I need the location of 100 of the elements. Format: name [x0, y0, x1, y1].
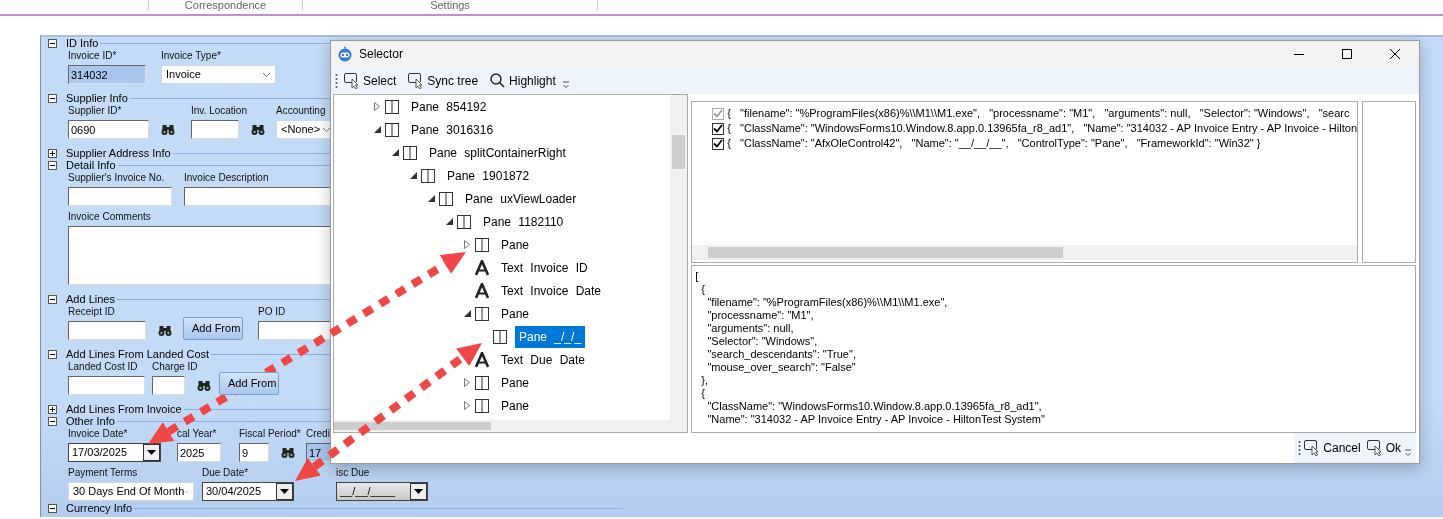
section-title: Add Lines From Invoice: [66, 403, 182, 415]
collapsed-icon[interactable]: [464, 378, 470, 387]
tree-item[interactable]: Pane _/_/_: [515, 325, 586, 348]
tree-item[interactable]: Pane: [497, 302, 534, 325]
field-label: Invoice Date*: [68, 427, 129, 441]
maximize-icon[interactable]: [1342, 49, 1352, 59]
tree-item[interactable]: Pane 1901872: [443, 164, 534, 187]
add-from-button[interactable]: Add From: [219, 372, 279, 395]
toolbar-button[interactable]: Select: [338, 71, 403, 90]
pane-icon: [475, 398, 489, 413]
caret-icon[interactable]: [280, 489, 289, 494]
expanded-icon[interactable]: [427, 195, 435, 202]
date-field[interactable]: 30/04/2025: [202, 482, 294, 501]
field-label: Landed Cost ID: [68, 360, 139, 374]
input-field[interactable]: 0690: [68, 120, 149, 139]
scrollbar[interactable]: [692, 245, 1357, 260]
code-line: "ClassName": "WindowsForms10.Window.8.app.0.13965fa_r8_ad1",: [706, 400, 1043, 413]
tree-item[interactable]: Pane 854192: [407, 95, 491, 118]
ribbon-group-label[interactable]: Correspondence: [148, 0, 302, 10]
field-label: Invoice Comments: [68, 210, 152, 224]
section-title: Add Lines From Landed Cost: [66, 348, 210, 360]
text-element-icon: [475, 351, 489, 368]
dropdown-button[interactable]: [276, 483, 293, 500]
input-field[interactable]: 9: [239, 443, 269, 462]
field-label: Invoice Type*: [161, 49, 222, 63]
input-field[interactable]: 2025: [177, 443, 221, 462]
tree-item[interactable]: Pane: [497, 394, 534, 417]
collapsed-icon[interactable]: [374, 102, 380, 111]
binoculars-icon[interactable]: [197, 379, 211, 392]
expanded-icon[interactable]: [445, 218, 453, 225]
date-field[interactable]: 17/03/2025: [68, 443, 161, 462]
tree-item[interactable]: Text Invoice Date: [497, 279, 606, 302]
collapse-icon[interactable]: [48, 160, 57, 170]
json-text-area[interactable]: [691, 265, 1416, 433]
highlight-button[interactable]: Highlight: [484, 71, 562, 90]
expanded-icon[interactable]: [463, 310, 471, 317]
input-field[interactable]: [68, 187, 172, 206]
field-label: PO ID: [258, 305, 287, 319]
tree-item[interactable]: Pane uxViewLoader: [461, 187, 581, 210]
tree-item[interactable]: Text Due Date: [497, 348, 590, 371]
dropdown[interactable]: Invoice: [161, 65, 276, 84]
collapse-icon[interactable]: [48, 38, 57, 48]
window-title: Selector: [359, 46, 404, 63]
collapse-icon[interactable]: [48, 349, 57, 359]
collapsed-icon[interactable]: [464, 240, 470, 249]
field-label: isc Due: [336, 466, 371, 480]
collapse-icon[interactable]: [48, 416, 57, 426]
expanded-icon[interactable]: [373, 126, 381, 133]
pointer-icon[interactable]: [408, 72, 424, 89]
tree-item[interactable]: Pane: [497, 233, 534, 256]
expand-icon[interactable]: [48, 404, 57, 414]
field-label: Invoice Description: [184, 171, 270, 185]
tree-item[interactable]: Pane 1182110: [479, 210, 568, 233]
pointer-icon[interactable]: [1366, 440, 1382, 456]
pane-icon: [421, 168, 435, 183]
input-field[interactable]: [68, 321, 146, 340]
section-title: Add Lines: [66, 293, 115, 305]
close-icon[interactable]: [1390, 49, 1400, 59]
checkbox[interactable]: [712, 122, 725, 135]
binoculars-icon[interactable]: [161, 123, 175, 136]
expanded-icon[interactable]: [409, 172, 417, 179]
binoculars-icon[interactable]: [281, 446, 295, 459]
field-label: Accounting: [276, 104, 327, 118]
collapsed-icon[interactable]: [464, 401, 470, 410]
tree-item[interactable]: Pane: [497, 371, 534, 394]
input-field[interactable]: [68, 376, 145, 395]
dialog-button[interactable]: Cancel: [1301, 439, 1364, 457]
field-label: Payment Terms: [68, 466, 139, 480]
add-from-button[interactable]: Add From: [183, 317, 243, 340]
tree-item[interactable]: Pane 3016316: [407, 118, 498, 141]
caret-icon[interactable]: [147, 450, 156, 455]
field-label: Inv. Location: [191, 104, 248, 118]
binoculars-icon[interactable]: [158, 324, 172, 337]
expand-icon[interactable]: [48, 148, 57, 158]
checkbox[interactable]: [712, 137, 725, 150]
code-line: "arguments": null,: [706, 322, 795, 335]
pointer-icon[interactable]: [344, 72, 359, 89]
scrollbar[interactable]: [334, 420, 688, 432]
chevron-down-icon[interactable]: [262, 71, 271, 78]
dropdown-button[interactable]: [143, 444, 160, 461]
dropdown[interactable]: 30 Days End Of Month: [68, 482, 194, 501]
pane-icon: [475, 306, 489, 321]
search-icon[interactable]: [490, 73, 506, 88]
collapse-icon[interactable]: [48, 93, 57, 103]
input-field[interactable]: [191, 120, 239, 139]
tree-item[interactable]: Pane splitContainerRight: [425, 141, 570, 164]
binoculars-icon[interactable]: [251, 123, 265, 136]
scrollbar[interactable]: [670, 95, 688, 420]
collapse-icon[interactable]: [48, 503, 57, 513]
pointer-icon[interactable]: [1304, 440, 1320, 456]
tree-item[interactable]: Text Invoice ID: [497, 256, 592, 279]
dialog-button[interactable]: Ok: [1363, 439, 1404, 457]
collapse-icon[interactable]: [48, 294, 57, 304]
code-line: "Selector": "Windows",: [706, 335, 819, 348]
text-element-icon: [475, 259, 489, 276]
toolbar-button[interactable]: Sync tree: [402, 71, 485, 90]
field-label: Invoice ID*: [68, 49, 118, 63]
ribbon-group-label[interactable]: Settings: [302, 0, 598, 10]
expanded-icon[interactable]: [391, 149, 399, 156]
input-field[interactable]: [152, 376, 185, 395]
